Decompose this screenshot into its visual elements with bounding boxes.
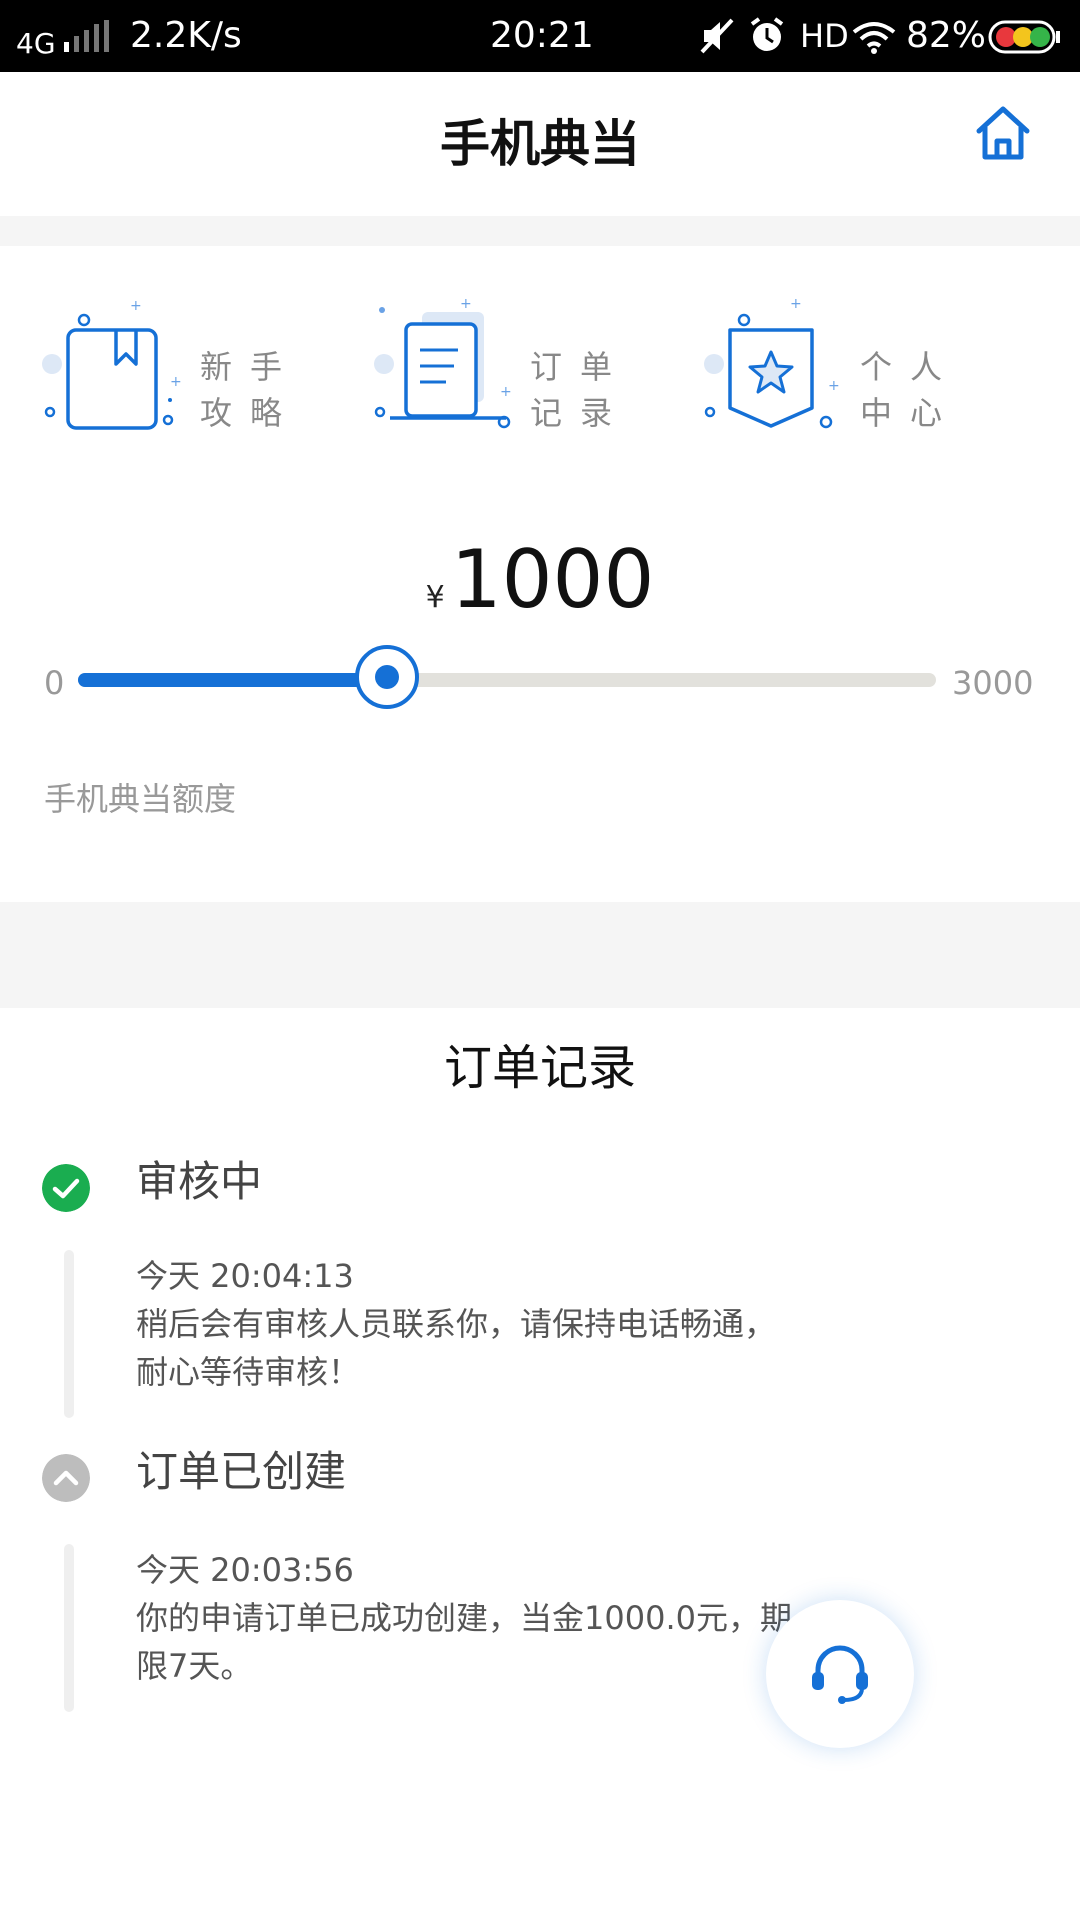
shortcut-order-records[interactable]: + + 订单 记录 xyxy=(370,290,670,450)
chevron-up-icon[interactable] xyxy=(42,1454,90,1502)
svg-text:+: + xyxy=(790,296,802,312)
svg-text:+: + xyxy=(130,298,142,314)
order-message-line: 限7天。 xyxy=(136,1647,253,1685)
check-circle-icon xyxy=(42,1164,90,1212)
order-message: 今天 20:03:56 你的申请订单已成功创建，当金1000.0元，期 限7天。 xyxy=(136,1546,836,1690)
status-bar: 4G 2.2K/s 20:21 HD 82% xyxy=(0,0,1080,72)
guide-book-icon: + + xyxy=(42,298,182,430)
order-message: 今天 20:04:13 稍后会有审核人员联系你，请保持电话畅通， 耐心等待审核！ xyxy=(136,1252,836,1396)
timeline-line xyxy=(64,1544,74,1712)
pawn-amount: ¥1000 xyxy=(0,530,1080,630)
shortcut-beginner-guide[interactable]: + + 新手 攻略 xyxy=(40,290,340,450)
svg-text:+: + xyxy=(500,384,512,400)
clock: 20:21 xyxy=(490,15,594,56)
star-badge-icon: + + xyxy=(704,296,840,429)
network-speed: 2.2K/s xyxy=(130,15,242,56)
slider-fill xyxy=(78,673,387,687)
timeline-line xyxy=(64,1250,74,1418)
customer-service-button[interactable] xyxy=(766,1600,914,1748)
battery-percent: 82% xyxy=(906,15,987,56)
home-icon[interactable] xyxy=(972,102,1034,164)
shortcut-label: 订单 记录 xyxy=(530,348,631,432)
svg-text:+: + xyxy=(828,378,840,394)
pawn-quota-label: 手机典当额度 xyxy=(44,780,237,818)
section-divider xyxy=(0,216,1080,246)
mute-icon xyxy=(700,18,734,54)
shortcut-personal-center[interactable]: + + 个人 中心 xyxy=(700,290,1000,450)
order-status-created: 订单已创建 xyxy=(136,1447,347,1496)
order-message-line: 耐心等待审核！ xyxy=(136,1353,361,1391)
alarm-icon xyxy=(750,17,784,51)
order-message-line: 你的申请订单已成功创建，当金1000.0元，期 xyxy=(136,1599,792,1637)
amount-slider[interactable] xyxy=(78,645,936,709)
wifi-icon xyxy=(852,22,896,54)
shortcut-label: 个人 中心 xyxy=(860,348,961,432)
slider-thumb[interactable] xyxy=(354,645,419,709)
headset-icon xyxy=(812,1645,868,1704)
order-time: 今天 20:04:13 xyxy=(136,1257,354,1295)
orders-title: 订单记录 xyxy=(443,1040,636,1096)
order-message-line: 稍后会有审核人员联系你，请保持电话畅通， xyxy=(136,1305,777,1343)
slider-min-label: 0 xyxy=(44,664,65,702)
app-header: 手机典当 xyxy=(0,72,1080,216)
hd-label: HD xyxy=(800,17,849,55)
order-document-icon: + + xyxy=(374,296,512,429)
page-title: 手机典当 xyxy=(440,115,640,173)
svg-text:+: + xyxy=(460,296,472,312)
battery-icon xyxy=(988,20,1060,54)
slider-max-label: 3000 xyxy=(952,664,1034,702)
shortcut-label: 新手 攻略 xyxy=(200,348,301,432)
order-time: 今天 20:03:56 xyxy=(136,1551,354,1589)
svg-text:+: + xyxy=(170,374,182,390)
section-divider xyxy=(0,902,1080,1008)
currency-symbol: ¥ xyxy=(425,580,445,615)
order-status-reviewing: 审核中 xyxy=(136,1157,263,1206)
network-type: 4G xyxy=(16,27,56,60)
amount-value: 1000 xyxy=(450,533,655,626)
